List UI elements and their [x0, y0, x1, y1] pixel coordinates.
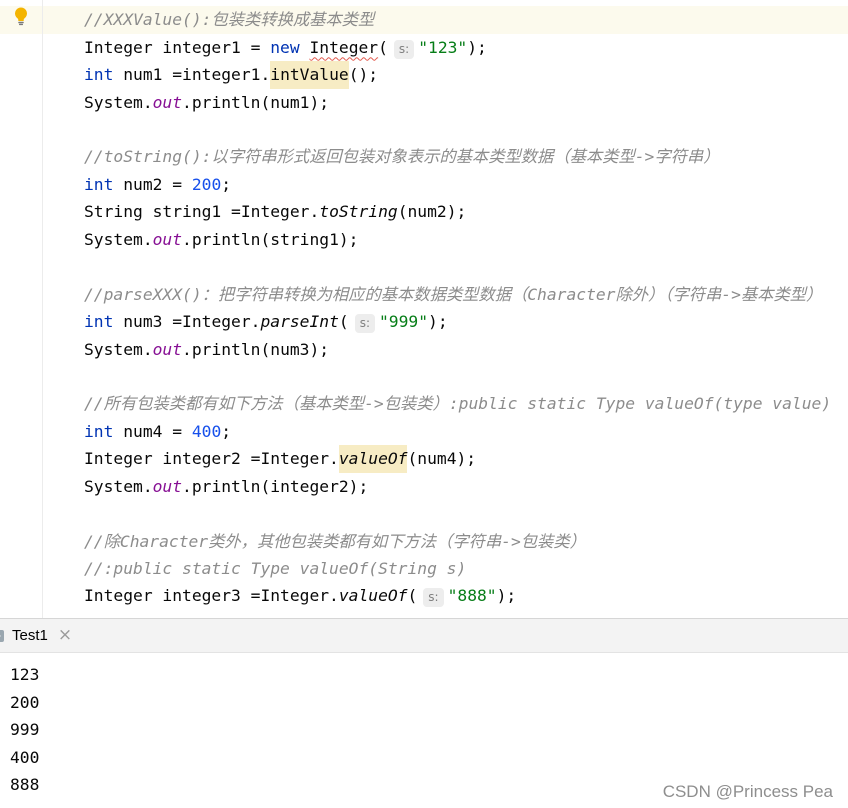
parameter-hint: s: — [354, 314, 375, 334]
code-static-method-highlighted: valueOf — [338, 445, 408, 473]
lightbulb-icon[interactable] — [12, 6, 30, 26]
code-line[interactable]: int num2 = 200; — [0, 171, 848, 198]
code-keyword: int — [84, 421, 114, 441]
code-lines[interactable]: //XXXValue():包装类转换成基本类型 Integer integer1 … — [0, 6, 848, 610]
code-line[interactable]: //XXXValue():包装类转换成基本类型 — [0, 6, 848, 34]
code-line[interactable]: System.out.println(num1); — [0, 89, 848, 116]
code-number: 200 — [191, 174, 222, 194]
code-line[interactable]: System.out.println(string1); — [0, 226, 848, 253]
code-line[interactable]: Integer integer1 = new Integer(s: "123"); — [0, 34, 848, 61]
console-line: 123 — [10, 665, 40, 685]
code-deprecated-constructor: Integer — [309, 37, 379, 57]
code-line[interactable]: String string1 =Integer.toString(num2); — [0, 198, 848, 225]
close-icon[interactable]: × — [58, 627, 72, 644]
code-editor[interactable]: //XXXValue():包装类转换成基本类型 Integer integer1 … — [0, 0, 848, 618]
code-text: ; — [221, 174, 232, 194]
code-static-method: toString — [319, 202, 398, 222]
tab-label: Test1 — [12, 627, 48, 644]
console-line: 400 — [10, 747, 40, 767]
code-text: num1 =integer1. — [113, 65, 271, 85]
code-comment: //所有包装类都有如下方法（基本类型->包装类）:public static T… — [84, 394, 832, 414]
code-text: .println(num1); — [182, 92, 330, 112]
code-text: .println(integer2); — [182, 476, 369, 496]
code-line[interactable] — [0, 116, 848, 143]
code-number: 400 — [191, 421, 222, 441]
code-static-field: out — [152, 339, 183, 359]
code-text: Integer integer1 = — [84, 37, 271, 57]
code-string-literal: "999" — [379, 312, 429, 332]
console-output: 123 200 999 400 888 — [10, 661, 39, 798]
code-keyword: new — [270, 37, 300, 57]
code-text: (num4); — [407, 449, 477, 469]
console-line: 888 — [10, 775, 40, 795]
code-text: .println(string1); — [182, 229, 359, 249]
code-static-field: out — [152, 476, 183, 496]
code-comment: //XXXValue():包装类转换成基本类型 — [84, 10, 375, 30]
parameter-hint: s: — [393, 39, 415, 59]
code-string-literal: "123" — [418, 37, 468, 57]
code-text: System. — [84, 476, 153, 496]
code-method-highlighted: intValue — [270, 61, 349, 89]
code-line[interactable] — [0, 500, 848, 527]
console-line: 999 — [10, 720, 40, 740]
code-text: num2 = — [113, 174, 192, 194]
code-text: .println(num3); — [182, 339, 330, 359]
code-text: (num2); — [397, 202, 467, 222]
code-line[interactable]: System.out.println(num3); — [0, 336, 848, 363]
code-text: num3 =Integer. — [113, 312, 261, 332]
code-text: System. — [84, 339, 153, 359]
code-text: (); — [348, 65, 379, 85]
editor-gutter — [0, 0, 42, 618]
code-text: System. — [84, 92, 153, 112]
code-static-method: parseInt — [260, 312, 339, 332]
parameter-hint: s: — [423, 588, 444, 608]
code-line[interactable]: Integer integer3 =Integer.valueOf(s: "888… — [0, 582, 848, 609]
code-comment: //:public static Type valueOf(String s) — [84, 559, 467, 579]
code-text: ( — [338, 312, 349, 332]
code-line[interactable] — [0, 253, 848, 280]
code-line[interactable]: //toString():以字符串形式返回包装对象表示的基本类型数据（基本类型-… — [0, 143, 848, 170]
code-text: ); — [428, 312, 448, 332]
code-line[interactable]: //所有包装类都有如下方法（基本类型->包装类）:public static T… — [0, 390, 848, 417]
code-text: ( — [378, 37, 388, 57]
code-line[interactable]: System.out.println(integer2); — [0, 473, 848, 500]
code-line[interactable]: //:public static Type valueOf(String s) — [0, 555, 848, 582]
code-text: ); — [467, 37, 487, 57]
code-line[interactable]: int num1 =integer1.intValue(); — [0, 61, 848, 89]
console-line: 200 — [10, 692, 40, 712]
code-text: System. — [84, 229, 153, 249]
code-line[interactable]: int num4 = 400; — [0, 418, 848, 445]
code-text: String string1 =Integer. — [84, 202, 320, 222]
code-line[interactable]: int num3 =Integer.parseInt(s: "999"); — [0, 308, 848, 335]
code-keyword: int — [84, 65, 114, 85]
code-comment: //toString():以字符串形式返回包装对象表示的基本类型数据（基本类型-… — [84, 147, 720, 167]
code-line[interactable]: //parseXXX()：把字符串转换为相应的基本数据类型数据（Characte… — [0, 281, 848, 308]
run-config-icon — [0, 630, 4, 642]
code-text: Integer integer3 =Integer. — [84, 586, 339, 606]
code-static-method: valueOf — [338, 586, 408, 606]
code-static-field: out — [152, 229, 183, 249]
watermark: CSDN @Princess Pea — [662, 782, 833, 801]
code-comment: //parseXXX()：把字符串转换为相应的基本数据类型数据（Characte… — [84, 284, 823, 304]
code-keyword: int — [84, 312, 114, 332]
code-text: ; — [221, 421, 232, 441]
code-line[interactable] — [0, 363, 848, 390]
code-text: num4 = — [113, 421, 192, 441]
run-tool-window-tabs: Test1 × — [0, 618, 848, 653]
code-static-field: out — [152, 92, 183, 112]
code-comment: //除Character类外，其他包装类都有如下方法（字符串->包装类） — [84, 531, 586, 551]
code-text: ( — [407, 586, 418, 606]
code-line[interactable]: //除Character类外，其他包装类都有如下方法（字符串->包装类） — [0, 528, 848, 555]
gutter-separator — [42, 0, 43, 618]
code-line[interactable]: Integer integer2 =Integer.valueOf(num4); — [0, 445, 848, 473]
code-text: ); — [496, 586, 517, 606]
tab-test1[interactable]: Test1 × — [0, 619, 80, 652]
code-keyword: int — [84, 174, 114, 194]
code-text: Integer integer2 =Integer. — [84, 449, 339, 469]
code-string-literal: "888" — [447, 586, 497, 606]
